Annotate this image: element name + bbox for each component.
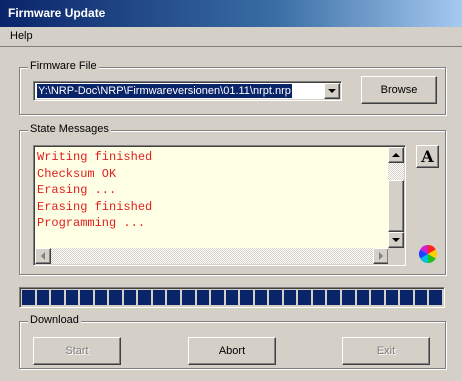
progress-segment xyxy=(196,290,210,305)
progress-segment xyxy=(152,290,166,305)
horizontal-scrollbar[interactable] xyxy=(35,248,389,264)
vertical-scrollbar[interactable] xyxy=(388,147,404,248)
exit-button-label: Exit xyxy=(376,345,396,357)
message-line: Checksum OK xyxy=(37,166,117,181)
progress-segment xyxy=(80,290,93,305)
progress-segment xyxy=(138,290,151,305)
arrow-up-icon xyxy=(392,153,400,157)
progress-segment xyxy=(342,290,355,305)
progress-segment xyxy=(385,290,399,305)
scroll-up-button[interactable] xyxy=(388,147,404,163)
firmware-file-group-label: Firmware File xyxy=(28,60,99,72)
chevron-down-icon xyxy=(328,89,336,93)
message-line: Erasing finished xyxy=(37,199,153,214)
progress-segment xyxy=(36,290,50,305)
progress-segment xyxy=(429,290,442,305)
firmware-path-combobox[interactable]: Y:\NRP-Doc\NRP\Firmwareversionen\01.11\n… xyxy=(33,81,342,101)
vertical-scroll-thumb[interactable] xyxy=(388,180,404,232)
exit-button[interactable]: Exit xyxy=(342,337,430,365)
color-wheel-icon[interactable] xyxy=(418,244,438,264)
scroll-right-button[interactable] xyxy=(373,248,389,264)
progress-segment xyxy=(225,290,239,305)
progress-segment xyxy=(51,290,64,305)
font-icon[interactable]: A xyxy=(416,145,439,168)
progress-segment xyxy=(298,290,311,305)
progress-segment xyxy=(312,290,326,305)
progress-segment xyxy=(167,290,181,305)
message-line: Erasing ... xyxy=(37,183,117,197)
menu-bar: Help xyxy=(0,27,462,47)
progress-bar xyxy=(19,287,445,308)
progress-segment xyxy=(356,290,370,305)
scrollbar-corner xyxy=(388,248,404,264)
progress-segment xyxy=(123,290,137,305)
state-messages-textarea[interactable]: Writing finished Checksum OK Erasing ...… xyxy=(33,145,406,266)
abort-button-label: Abort xyxy=(218,345,246,357)
browse-button-label: Browse xyxy=(380,84,418,96)
progress-segment xyxy=(94,290,108,305)
scroll-down-button[interactable] xyxy=(388,232,404,248)
progress-segment xyxy=(182,290,195,305)
progress-segment xyxy=(254,290,268,305)
scroll-left-button[interactable] xyxy=(35,248,51,264)
firmware-path-value[interactable]: Y:\NRP-Doc\NRP\Firmwareversionen\01.11\n… xyxy=(37,84,292,98)
progress-segment xyxy=(269,290,282,305)
abort-button[interactable]: Abort xyxy=(188,337,276,365)
progress-segment xyxy=(22,290,35,305)
progress-segment xyxy=(371,290,384,305)
arrow-right-icon xyxy=(379,252,383,260)
progress-segment xyxy=(240,290,253,305)
window-title: Firmware Update xyxy=(8,6,106,20)
combo-dropdown-button[interactable] xyxy=(324,83,340,99)
start-button-label: Start xyxy=(65,345,89,357)
message-line: Programming ... xyxy=(37,216,146,230)
state-messages-group-label: State Messages xyxy=(28,123,111,135)
start-button[interactable]: Start xyxy=(33,337,121,365)
browse-button[interactable]: Browse xyxy=(361,76,437,104)
message-line: Writing finished xyxy=(37,150,153,164)
title-bar: Firmware Update xyxy=(0,0,462,27)
progress-segment xyxy=(65,290,79,305)
arrow-left-icon xyxy=(41,252,45,260)
progress-segment xyxy=(414,290,428,305)
progress-segment xyxy=(283,290,297,305)
menu-help[interactable]: Help xyxy=(10,30,33,42)
message-lines: Writing finished Checksum OK Erasing ...… xyxy=(37,149,152,232)
arrow-down-icon xyxy=(392,238,400,242)
progress-segment xyxy=(400,290,413,305)
download-group-label: Download xyxy=(28,314,81,326)
progress-segment xyxy=(327,290,341,305)
progress-segment xyxy=(211,290,224,305)
progress-segment xyxy=(109,290,122,305)
font-icon-label: A xyxy=(421,147,434,166)
